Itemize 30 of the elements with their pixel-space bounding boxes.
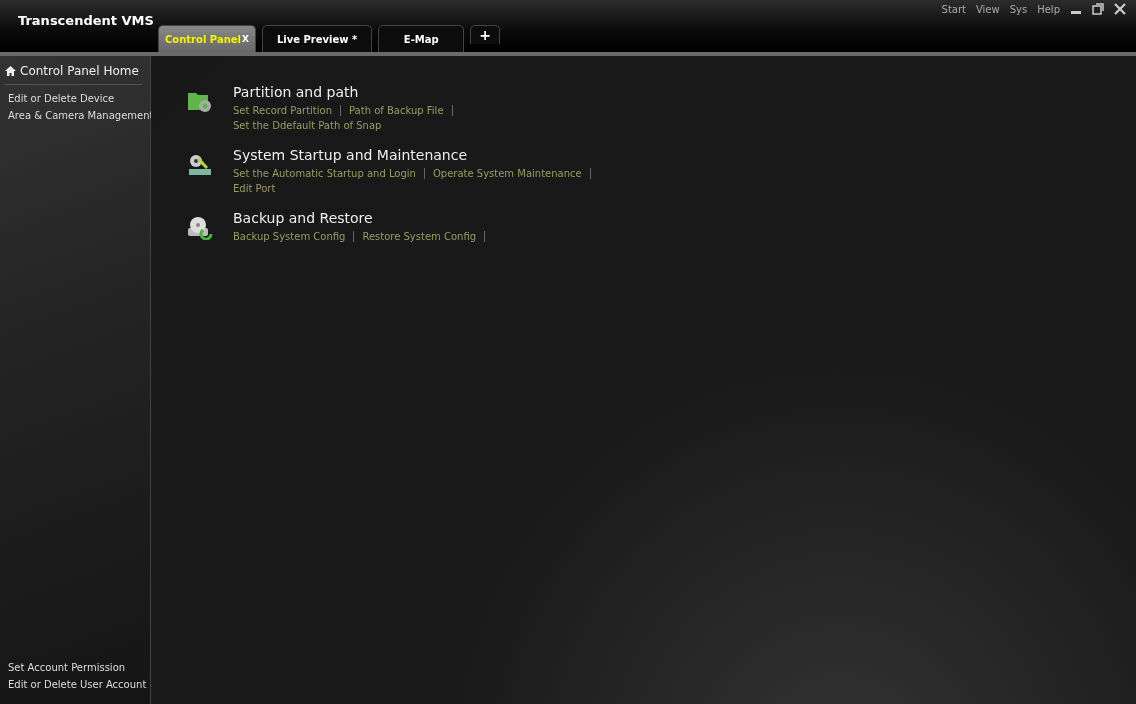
tab[interactable]: Live Preview * [261, 25, 373, 52]
section-title: Partition and path [233, 84, 360, 100]
restore-icon[interactable] [1092, 3, 1104, 15]
sidebar-item[interactable]: Edit or Delete Device [5, 91, 150, 108]
disc-drive-icon [187, 216, 213, 240]
home-icon [5, 66, 16, 76]
section-title: Backup and Restore [233, 210, 374, 226]
sidebar-home-link[interactable]: Control Panel Home [5, 62, 142, 85]
close-icon[interactable] [1114, 3, 1126, 15]
menu-item[interactable]: View [975, 3, 1000, 15]
settings-link[interactable]: Edit Port [233, 183, 276, 194]
app-title: Transcendent VMS [18, 12, 154, 28]
add-tab-button[interactable]: + [470, 25, 500, 44]
section-title: System Startup and Maintenance [233, 147, 468, 163]
settings-link[interactable]: Set the Ddefault Path of Snap [233, 120, 382, 131]
menu-item[interactable]: Help [1037, 3, 1060, 15]
menu-item[interactable]: Sys [1009, 3, 1028, 15]
sidebar-item[interactable]: Edit or Delete User Account [5, 677, 150, 694]
settings-link[interactable]: Path of Backup File [349, 105, 453, 116]
folder-gear-icon [187, 90, 213, 114]
gear-wrench-icon [187, 153, 213, 177]
settings-link[interactable]: Set the Automatic Startup and Login [233, 168, 425, 179]
settings-link[interactable]: Set Record Partition [233, 105, 341, 116]
tab[interactable]: E-Map [378, 25, 465, 52]
settings-link[interactable]: Backup System Config [233, 231, 355, 242]
sidebar-item[interactable]: Area & Camera Management [5, 108, 150, 125]
menu-item[interactable]: Start [941, 3, 966, 15]
settings-link[interactable]: Restore System Config [362, 231, 486, 242]
settings-link[interactable]: Operate System Maintenance [432, 168, 591, 179]
sidebar-item[interactable]: Set Account Permission [5, 660, 150, 677]
